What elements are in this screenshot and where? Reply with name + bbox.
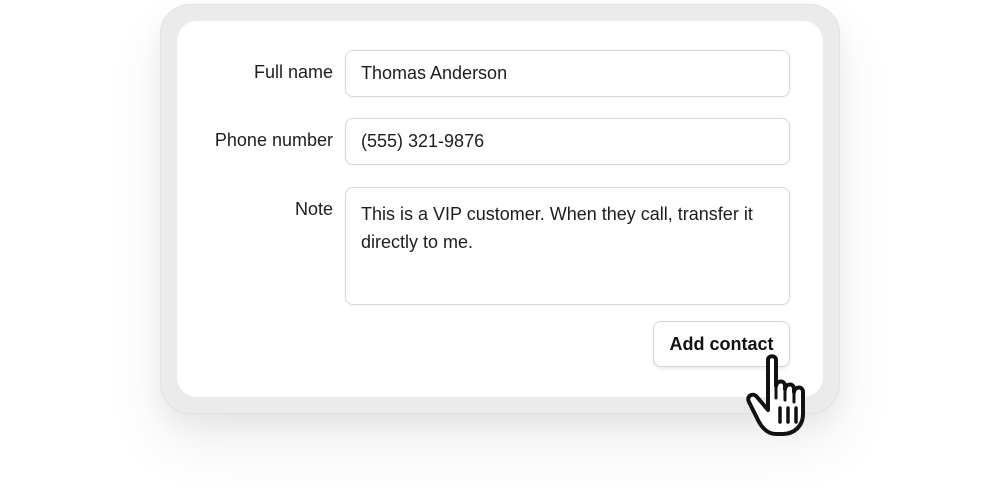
phone-number-label: Phone number [214, 130, 333, 150]
note-label: Note [294, 199, 333, 219]
full-name-input[interactable]: Thomas Anderson [345, 50, 790, 97]
full-name-label: Full name [253, 62, 333, 82]
hand-pointer-icon [746, 354, 805, 436]
note-textarea[interactable]: This is a VIP customer. When they call, … [345, 187, 790, 305]
stage: Full name Thomas Anderson Phone number (… [0, 0, 1000, 496]
phone-number-input[interactable]: (555) 321-9876 [345, 118, 790, 165]
